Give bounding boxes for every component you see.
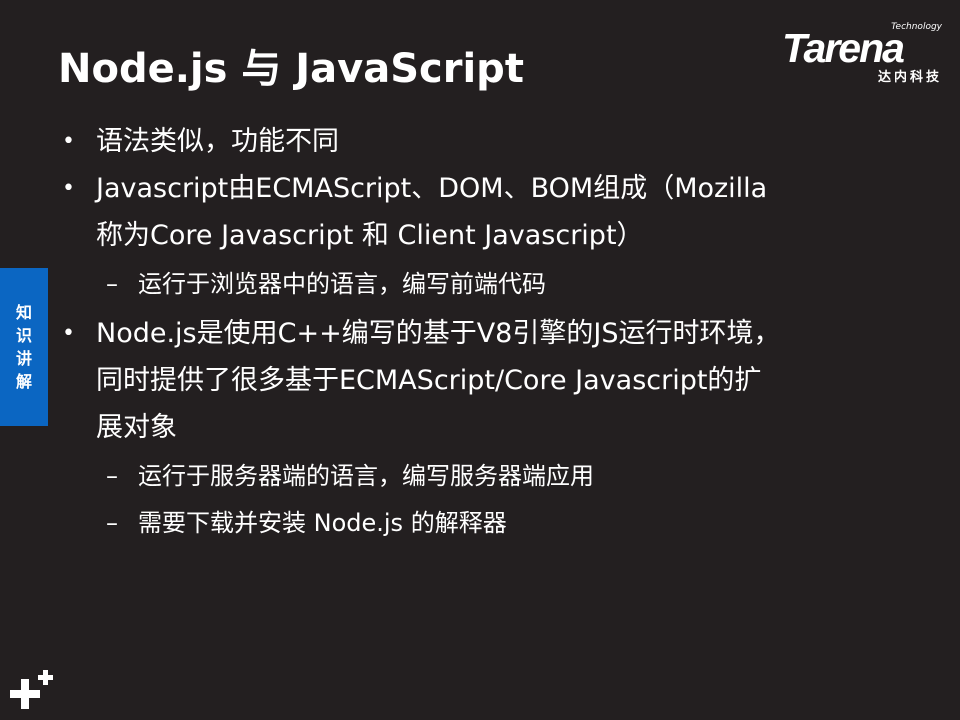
bullet-text: 语法类似，功能不同 [96, 126, 339, 157]
sub-bullet-text: 需要下载并安装 Node.js 的解释器 [138, 509, 507, 537]
bullet-text-line: Javascript由ECMAScript、DOM、BOM组成（Mozilla [96, 173, 768, 204]
bullet-item: • Javascript由ECMAScript、DOM、BOM组成（Mozill… [60, 165, 920, 259]
bullet-dot-icon: • [62, 176, 75, 201]
bullet-item: • 语法类似，功能不同 [60, 118, 920, 165]
side-tab-char: 解 [15, 372, 32, 391]
slide-content: • 语法类似，功能不同 • Javascript由ECMAScript、DOM、… [60, 118, 920, 549]
bullet-dot-icon: • [62, 129, 75, 154]
bullet-text-line: 称为Core Javascript 和 Client Javascript） [96, 220, 644, 251]
plus-logo-icon [10, 670, 53, 709]
side-tab-char: 讲 [15, 349, 32, 368]
bullet-item: • Node.js是使用C++编写的基于V8引擎的JS运行时环境， 同时提供了很… [60, 310, 920, 451]
sub-bullet-dash-icon: – [106, 509, 118, 537]
logo-chinese-label: 达内科技 [877, 70, 942, 85]
sub-bullet-text: 运行于浏览器中的语言，编写前端代码 [138, 270, 546, 298]
side-tab-char: 识 [15, 326, 32, 345]
sub-bullet-item: – 运行于浏览器中的语言，编写前端代码 [60, 263, 920, 306]
side-tab-char: 知 [15, 303, 32, 322]
slide-title: Node.js 与 JavaScript [58, 46, 524, 92]
sub-bullet-item: – 需要下载并安装 Node.js 的解释器 [60, 502, 920, 545]
logo-wordmark: Tarena [782, 25, 905, 71]
bullet-text-line: 同时提供了很多基于ECMAScript/Core Javascript的扩 [96, 365, 762, 396]
sub-bullet-item: – 运行于服务器端的语言，编写服务器端应用 [60, 455, 920, 498]
tarena-logo: Technology Tarena 达内科技 [780, 22, 948, 85]
sub-bullet-dash-icon: – [106, 462, 118, 490]
sub-bullet-text: 运行于服务器端的语言，编写服务器端应用 [138, 462, 594, 490]
bullet-text-line: Node.js是使用C++编写的基于V8引擎的JS运行时环境， [96, 318, 781, 349]
bullet-dot-icon: • [62, 321, 75, 346]
bullet-text-line: 展对象 [96, 412, 177, 443]
knowledge-explanation-tab: 知 识 讲 解 [0, 268, 48, 426]
sub-bullet-dash-icon: – [106, 270, 118, 298]
